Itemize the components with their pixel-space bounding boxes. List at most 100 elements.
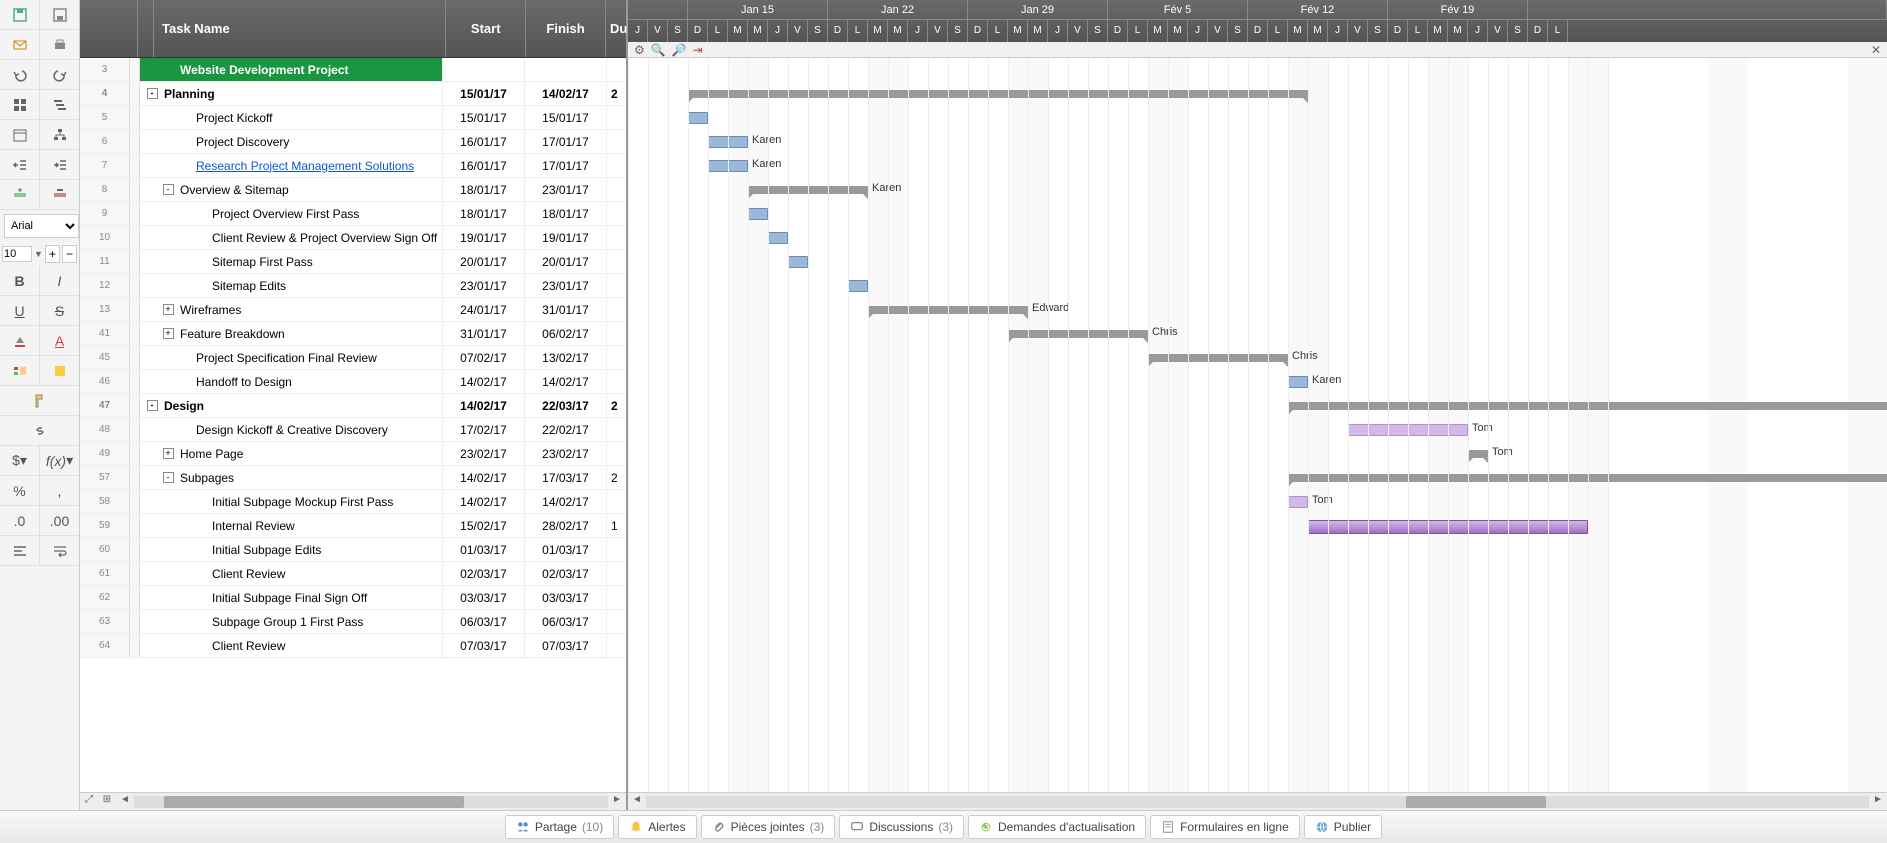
task-cell[interactable]: Project Specification Final Review <box>140 346 442 369</box>
zoom-out-icon[interactable]: 🔍 <box>651 43 666 57</box>
table-row[interactable]: 3 Website Development Project <box>80 58 626 82</box>
gantt-scroll-right-icon[interactable]: ► <box>1869 794 1887 810</box>
undo-icon[interactable] <box>0 60 40 89</box>
gantt-bar[interactable] <box>1468 450 1488 458</box>
row-number[interactable]: 49 <box>80 442 130 465</box>
row-number[interactable]: 3 <box>80 58 130 81</box>
expand-toggle[interactable]: - <box>147 400 158 411</box>
calendar-icon[interactable] <box>0 120 40 149</box>
duration-cell[interactable] <box>606 490 626 513</box>
strikethrough-icon[interactable]: S <box>40 296 79 325</box>
table-row[interactable]: 6Project Discovery16/01/1717/01/17 <box>80 130 626 154</box>
task-cell[interactable]: Initial Subpage Edits <box>140 538 442 561</box>
duration-cell[interactable] <box>606 634 626 657</box>
save-as-icon[interactable] <box>40 0 79 29</box>
row-number[interactable]: 45 <box>80 346 130 369</box>
bold-icon[interactable]: B <box>0 266 40 295</box>
gantt-bar[interactable] <box>848 280 868 292</box>
finish-cell[interactable]: 01/03/17 <box>524 538 606 561</box>
duration-cell[interactable] <box>606 106 626 129</box>
finish-cell[interactable]: 20/01/17 <box>524 250 606 273</box>
finish-cell[interactable]: 23/01/17 <box>524 178 606 201</box>
duration-cell[interactable] <box>606 274 626 297</box>
expand-toggle[interactable]: + <box>163 304 174 315</box>
table-row[interactable]: 48Design Kickoff & Creative Discovery17/… <box>80 418 626 442</box>
col-start[interactable]: Start <box>446 0 526 57</box>
table-row[interactable]: 57-Subpages14/02/1717/03/172 <box>80 466 626 490</box>
table-row[interactable]: 11Sitemap First Pass20/01/1720/01/17 <box>80 250 626 274</box>
expand-toggle[interactable]: - <box>147 88 158 99</box>
expand-toggle[interactable]: - <box>163 472 174 483</box>
duration-cell[interactable] <box>606 562 626 585</box>
task-cell[interactable]: +Home Page <box>140 442 442 465</box>
finish-cell[interactable]: 23/01/17 <box>524 274 606 297</box>
start-cell[interactable]: 03/03/17 <box>442 586 524 609</box>
finish-cell[interactable]: 06/03/17 <box>524 610 606 633</box>
duration-cell[interactable]: 2 <box>606 466 626 489</box>
row-number[interactable]: 58 <box>80 490 130 513</box>
insert-row-icon[interactable] <box>0 180 40 209</box>
start-cell[interactable]: 07/03/17 <box>442 634 524 657</box>
text-color-icon[interactable]: A <box>40 326 79 355</box>
task-cell[interactable]: Design Kickoff & Creative Discovery <box>140 418 442 441</box>
attachments-button[interactable]: Pièces jointes (3) <box>701 815 836 839</box>
duration-cell[interactable] <box>606 418 626 441</box>
italic-icon[interactable]: I <box>40 266 79 295</box>
gantt-bar[interactable] <box>1288 376 1308 388</box>
gantt-bar[interactable] <box>748 208 768 220</box>
start-cell[interactable]: 23/01/17 <box>442 274 524 297</box>
wrap-text-icon[interactable] <box>40 536 79 565</box>
critical-path-icon[interactable]: ⇥ <box>693 43 703 57</box>
duration-cell[interactable]: 2 <box>606 394 626 417</box>
start-cell[interactable]: 20/01/17 <box>442 250 524 273</box>
row-number[interactable]: 46 <box>80 370 130 393</box>
finish-cell[interactable]: 15/01/17 <box>524 106 606 129</box>
redo-icon[interactable] <box>40 60 79 89</box>
duration-cell[interactable] <box>606 322 626 345</box>
start-cell[interactable]: 16/01/17 <box>442 154 524 177</box>
task-cell[interactable]: -Planning <box>140 82 442 105</box>
gantt-bar[interactable] <box>688 90 1308 98</box>
expand-toggle[interactable]: + <box>163 328 174 339</box>
start-cell[interactable]: 15/01/17 <box>442 82 524 105</box>
table-row[interactable]: 49+Home Page23/02/1723/02/17 <box>80 442 626 466</box>
table-row[interactable]: 9Project Overview First Pass18/01/1718/0… <box>80 202 626 226</box>
table-row[interactable]: 12Sitemap Edits23/01/1723/01/17 <box>80 274 626 298</box>
row-number[interactable]: 59 <box>80 514 130 537</box>
align-left-icon[interactable] <box>0 536 40 565</box>
task-cell[interactable]: Internal Review <box>140 514 442 537</box>
decrease-decimal-icon[interactable]: .0 <box>0 506 40 535</box>
row-number[interactable]: 9 <box>80 202 130 225</box>
task-cell[interactable]: Client Review <box>140 562 442 585</box>
highlight-icon[interactable] <box>40 356 79 385</box>
finish-cell[interactable]: 19/01/17 <box>524 226 606 249</box>
start-cell[interactable]: 15/02/17 <box>442 514 524 537</box>
task-cell[interactable]: +Feature Breakdown <box>140 322 442 345</box>
duration-cell[interactable] <box>606 130 626 153</box>
task-cell[interactable]: Research Project Management Solutions <box>140 154 442 177</box>
finish-cell[interactable]: 13/02/17 <box>524 346 606 369</box>
start-cell[interactable] <box>442 58 524 81</box>
row-number[interactable]: 64 <box>80 634 130 657</box>
start-cell[interactable]: 07/02/17 <box>442 346 524 369</box>
gantt-bar[interactable] <box>1008 330 1148 338</box>
row-number[interactable]: 60 <box>80 538 130 561</box>
duration-cell[interactable] <box>606 178 626 201</box>
discussions-button[interactable]: Discussions (3) <box>839 815 964 839</box>
thousands-icon[interactable]: , <box>40 476 79 505</box>
gantt-bar[interactable] <box>1148 354 1288 362</box>
duration-cell[interactable] <box>606 202 626 225</box>
table-row[interactable]: 47-Design14/02/1722/03/172 <box>80 394 626 418</box>
forms-button[interactable]: Formulaires en ligne <box>1150 815 1300 839</box>
start-cell[interactable]: 24/01/17 <box>442 298 524 321</box>
table-row[interactable]: 61Client Review02/03/1702/03/17 <box>80 562 626 586</box>
finish-cell[interactable]: 14/02/17 <box>524 82 606 105</box>
scroll-right-icon[interactable]: ► <box>608 794 626 810</box>
start-cell[interactable]: 31/01/17 <box>442 322 524 345</box>
gantt-bar[interactable] <box>688 112 708 124</box>
row-number[interactable]: 41 <box>80 322 130 345</box>
task-cell[interactable]: Website Development Project <box>140 58 442 81</box>
fill-color-icon[interactable] <box>0 326 40 355</box>
finish-cell[interactable]: 06/02/17 <box>524 322 606 345</box>
task-cell[interactable]: Initial Subpage Mockup First Pass <box>140 490 442 513</box>
